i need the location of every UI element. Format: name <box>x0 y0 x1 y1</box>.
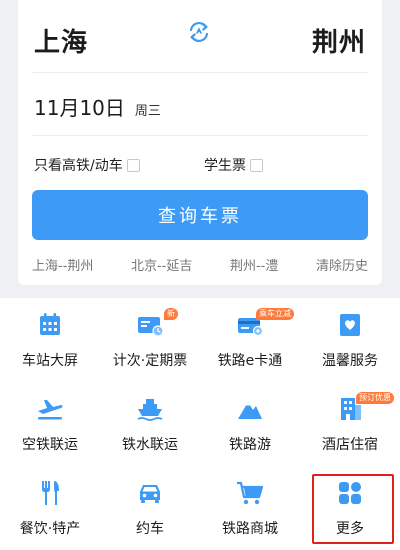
fast-train-checkbox[interactable] <box>126 158 140 172</box>
new-badge: 新 <box>164 308 178 320</box>
clear-history-button[interactable]: 清除历史 <box>316 255 368 274</box>
service-periodic-ticket[interactable]: 新 计次·定期票 <box>100 298 200 380</box>
periodic-ticket-icon <box>135 310 165 340</box>
ticket-search-card: 上海 荆州 11月10日 周三 只看高铁/动车 学生票 查询车票 上海--荆州 … <box>18 0 382 285</box>
rail-tour-icon <box>235 394 265 424</box>
service-air-rail[interactable]: 空铁联运 <box>0 382 100 464</box>
service-hotel[interactable]: 预订优惠 酒店住宿 <box>300 382 400 464</box>
service-label: 约车 <box>136 521 164 537</box>
search-history: 上海--荆州 北京--延吉 荆州--澧 清除历史 <box>32 255 368 274</box>
dining-icon <box>35 478 65 508</box>
departure-date[interactable]: 11月10日 周三 <box>34 92 161 121</box>
service-dining[interactable]: 餐饮·特产 <box>0 466 100 548</box>
rail-ship-icon <box>135 394 165 424</box>
student-ticket-filter[interactable]: 学生票 <box>204 155 263 175</box>
fast-train-label: 只看高铁/动车 <box>34 158 123 174</box>
air-rail-icon <box>35 394 65 424</box>
car-icon <box>135 478 165 508</box>
service-car[interactable]: 约车 <box>100 466 200 548</box>
station-screen-icon <box>35 310 65 340</box>
service-label: 铁路游 <box>229 437 271 453</box>
service-label: 铁路商城 <box>222 521 278 537</box>
service-label: 计次·定期票 <box>112 353 188 369</box>
history-item[interactable]: 上海--荆州 <box>32 255 93 274</box>
service-rail-ecard[interactable]: 乘车立减 铁路e卡通 <box>200 298 300 380</box>
history-item[interactable]: 北京--延吉 <box>131 255 192 274</box>
service-station-screen[interactable]: 车站大屏 <box>0 298 100 380</box>
date-weekday: 周三 <box>134 104 161 119</box>
divider <box>32 72 368 73</box>
service-label: 酒店住宿 <box>322 437 378 453</box>
date-main: 11月10日 <box>34 96 125 120</box>
service-label: 空铁联运 <box>22 437 78 453</box>
service-rail-ship[interactable]: 铁水联运 <box>100 382 200 464</box>
departure-station[interactable]: 上海 <box>34 22 88 59</box>
highlight-frame <box>312 474 394 544</box>
student-ticket-label: 学生票 <box>204 158 246 174</box>
promo-badge: 乘车立减 <box>256 308 294 320</box>
service-label: 铁水联运 <box>122 437 178 453</box>
service-rail-tour[interactable]: 铁路游 <box>200 382 300 464</box>
service-label: 餐饮·特产 <box>19 521 81 537</box>
student-ticket-checkbox[interactable] <box>250 158 263 172</box>
divider <box>32 135 368 136</box>
swap-arrows-icon <box>184 17 214 51</box>
promo-badge: 预订优惠 <box>356 392 394 404</box>
service-shop[interactable]: 铁路商城 <box>200 466 300 548</box>
service-label: 车站大屏 <box>22 353 78 369</box>
service-grid: 车站大屏 新 计次·定期票 乘车立减 铁路e卡通 温馨服务 空铁联运 铁水联运 … <box>0 298 400 550</box>
service-label: 铁路e卡通 <box>217 353 283 369</box>
service-label: 温馨服务 <box>322 353 378 369</box>
arrival-station[interactable]: 荆州 <box>312 22 366 59</box>
service-care[interactable]: 温馨服务 <box>300 298 400 380</box>
query-tickets-button[interactable]: 查询车票 <box>32 190 368 240</box>
swap-stations-button[interactable] <box>182 17 216 51</box>
fast-train-filter[interactable]: 只看高铁/动车 <box>34 155 140 175</box>
care-service-icon <box>335 310 365 340</box>
shopping-cart-icon <box>235 478 265 508</box>
history-item[interactable]: 荆州--澧 <box>230 255 278 274</box>
